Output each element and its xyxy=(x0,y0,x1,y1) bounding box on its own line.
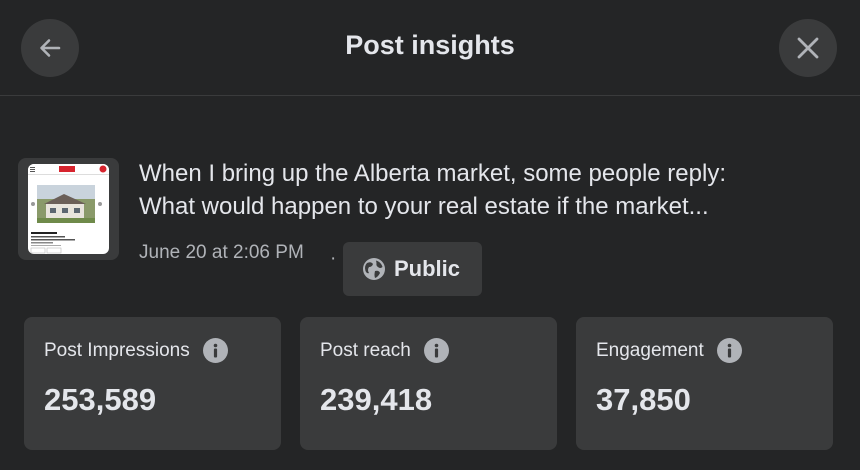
audience-button[interactable]: Public xyxy=(343,242,482,296)
post-text-line-1: When I bring up the Alberta market, some… xyxy=(139,160,726,187)
info-icon[interactable] xyxy=(423,338,449,363)
post-thumbnail[interactable] xyxy=(18,158,119,260)
metric-card-engagement: Engagement 37,850 xyxy=(576,317,833,450)
dialog-header: Post insights xyxy=(0,0,860,96)
close-button[interactable] xyxy=(779,19,837,77)
metric-label: Post reach xyxy=(320,339,411,361)
info-glyph xyxy=(213,343,218,358)
info-glyph xyxy=(727,343,732,358)
metric-label: Engagement xyxy=(596,339,704,361)
post-excerpt[interactable]: When I bring up the Alberta market, some… xyxy=(139,157,839,223)
close-icon xyxy=(797,37,819,59)
metric-value: 253,589 xyxy=(44,382,157,417)
dialog-title: Post insights xyxy=(345,30,515,60)
audience-label: Public xyxy=(394,256,461,281)
post-text-line-2: What would happen to your real estate if… xyxy=(139,193,709,220)
listing-screenshot xyxy=(28,164,109,254)
listing-preview-image xyxy=(28,164,109,254)
meta-separator: · xyxy=(330,248,337,269)
globe-icon xyxy=(363,258,385,280)
info-icon[interactable] xyxy=(202,338,228,363)
metric-value: 239,418 xyxy=(320,382,433,417)
post-timestamp: June 20 at 2:06 PM xyxy=(139,242,304,263)
metric-label: Post Impressions xyxy=(44,339,190,361)
info-icon[interactable] xyxy=(716,338,742,363)
metric-card-impressions: Post Impressions 253,589 xyxy=(24,317,281,450)
metric-card-reach: Post reach 239,418 xyxy=(300,317,557,450)
metric-value: 37,850 xyxy=(596,382,691,417)
info-glyph xyxy=(434,343,439,358)
